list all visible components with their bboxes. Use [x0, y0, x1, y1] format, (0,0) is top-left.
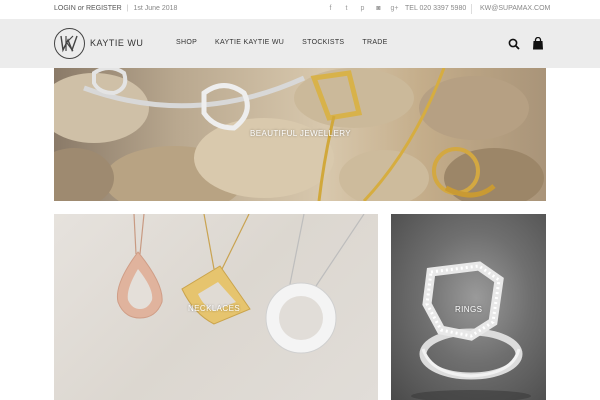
- necklaces-label[interactable]: NECKLACES: [188, 304, 240, 313]
- divider: |: [126, 5, 129, 12]
- instagram-icon[interactable]: ◙: [374, 4, 383, 13]
- hero-banner-beautiful-jewellery[interactable]: BEAUTIFUL JEWELLERY: [54, 68, 546, 201]
- main-nav: SHOP KAYTIE KAYTIE WU STOCKISTS TRADE: [176, 39, 406, 46]
- nav-item-shop[interactable]: SHOP: [176, 39, 197, 46]
- pinterest-icon[interactable]: p: [358, 4, 367, 13]
- login-link[interactable]: LOGIN: [54, 5, 76, 12]
- shopping-bag-icon[interactable]: [532, 37, 544, 50]
- social-links: f t p ◙ g+: [326, 4, 399, 13]
- twitter-icon[interactable]: t: [342, 4, 351, 13]
- account-links: LOGIN or REGISTER | 1st June 2018: [54, 5, 177, 12]
- rings-label[interactable]: RINGS: [455, 305, 482, 314]
- register-link[interactable]: REGISTER: [86, 5, 122, 12]
- facebook-icon[interactable]: f: [326, 4, 335, 13]
- email-link[interactable]: KW@SUPAMAX.COM: [480, 5, 550, 12]
- hero-label[interactable]: BEAUTIFUL JEWELLERY: [250, 129, 351, 138]
- site-header: KAYTIE WU SHOP KAYTIE KAYTIE WU STOCKIST…: [0, 19, 600, 68]
- category-tile-rings[interactable]: RINGS: [391, 214, 546, 400]
- brand-name[interactable]: KAYTIE WU: [90, 38, 143, 48]
- nav-item-kaytie-kaytie-wu[interactable]: KAYTIE KAYTIE WU: [215, 39, 284, 46]
- search-icon[interactable]: [508, 38, 520, 50]
- category-tile-necklaces[interactable]: NECKLACES: [54, 214, 378, 400]
- nav-item-trade[interactable]: TRADE: [362, 39, 387, 46]
- logo-icon[interactable]: [54, 28, 85, 59]
- top-utility-bar: LOGIN or REGISTER | 1st June 2018 f t p …: [0, 0, 600, 19]
- nav-item-stockists[interactable]: STOCKISTS: [302, 39, 344, 46]
- vertical-divider: [471, 4, 472, 14]
- or-text: or: [77, 5, 84, 12]
- date-text: 1st June 2018: [133, 5, 178, 12]
- google-plus-icon[interactable]: g+: [390, 4, 399, 13]
- phone-number: TEL 020 3397 5980: [405, 5, 467, 12]
